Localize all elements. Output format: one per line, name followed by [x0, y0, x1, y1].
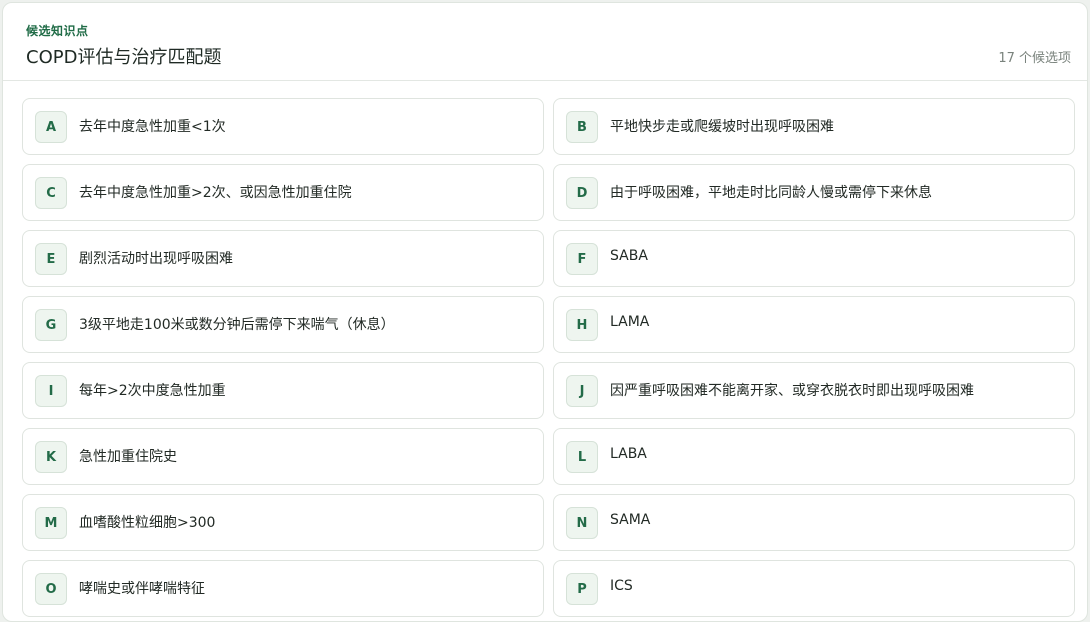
option-grid: A 去年中度急性加重<1次 B 平地快步走或爬缓坡时出现呼吸困难 C 去年中度急…: [22, 98, 1076, 617]
option-card-e[interactable]: E 剧烈活动时出现呼吸困难: [22, 230, 544, 287]
option-text: 血嗜酸性粒细胞>300: [79, 515, 216, 531]
option-text: 3级平地走100米或数分钟后需停下来喘气（休息）: [79, 317, 395, 333]
option-letter-badge: F: [566, 243, 598, 275]
option-card-h[interactable]: H LAMA: [553, 296, 1075, 353]
option-text: 哮喘史或伴哮喘特征: [79, 581, 205, 597]
option-text: 去年中度急性加重<1次: [79, 119, 226, 135]
option-text: 去年中度急性加重>2次、或因急性加重住院: [79, 185, 352, 201]
candidate-count: 17 个候选项: [998, 51, 1071, 66]
option-letter-badge: P: [566, 573, 598, 605]
option-text: 剧烈活动时出现呼吸困难: [79, 251, 233, 267]
option-card-p[interactable]: P ICS: [553, 560, 1075, 617]
option-letter-badge: H: [566, 309, 598, 341]
option-letter-badge: E: [35, 243, 67, 275]
option-card-o[interactable]: O 哮喘史或伴哮喘特征: [22, 560, 544, 617]
option-letter-badge: N: [566, 507, 598, 539]
option-letter-badge: D: [566, 177, 598, 209]
option-text: 平地快步走或爬缓坡时出现呼吸困难: [610, 119, 834, 135]
option-card-i[interactable]: I 每年>2次中度急性加重: [22, 362, 544, 419]
option-card-n[interactable]: N SAMA: [553, 494, 1075, 551]
option-letter-badge: L: [566, 441, 598, 473]
option-text: SAMA: [610, 512, 651, 528]
option-card-d[interactable]: D 由于呼吸困难，平地走时比同龄人慢或需停下来休息: [553, 164, 1075, 221]
option-text: LAMA: [610, 314, 650, 330]
option-letter-badge: G: [35, 309, 67, 341]
option-letter-badge: J: [566, 375, 598, 407]
option-letter-badge: M: [35, 507, 67, 539]
option-card-k[interactable]: K 急性加重住院史: [22, 428, 544, 485]
option-text: 由于呼吸困难，平地走时比同龄人慢或需停下来休息: [610, 185, 932, 201]
option-card-g[interactable]: G 3级平地走100米或数分钟后需停下来喘气（休息）: [22, 296, 544, 353]
option-text: ICS: [610, 578, 633, 594]
option-card-a[interactable]: A 去年中度急性加重<1次: [22, 98, 544, 155]
option-card-m[interactable]: M 血嗜酸性粒细胞>300: [22, 494, 544, 551]
panel-header: 候选知识点 COPD评估与治疗匹配题 17 个候选项: [3, 3, 1087, 81]
option-letter-badge: I: [35, 375, 67, 407]
option-card-l[interactable]: L LABA: [553, 428, 1075, 485]
section-eyebrow: 候选知识点: [26, 24, 89, 38]
option-card-c[interactable]: C 去年中度急性加重>2次、或因急性加重住院: [22, 164, 544, 221]
option-text: LABA: [610, 446, 647, 462]
option-text: 每年>2次中度急性加重: [79, 383, 226, 399]
option-letter-badge: C: [35, 177, 67, 209]
option-text: SABA: [610, 248, 648, 264]
option-text: 急性加重住院史: [79, 449, 177, 465]
page-title: COPD评估与治疗匹配题: [26, 47, 222, 68]
option-letter-badge: O: [35, 573, 67, 605]
option-card-f[interactable]: F SABA: [553, 230, 1075, 287]
candidate-panel: 候选知识点 COPD评估与治疗匹配题 17 个候选项 A 去年中度急性加重<1次…: [2, 2, 1088, 622]
option-text: 因严重呼吸困难不能离开家、或穿衣脱衣时即出现呼吸困难: [610, 383, 974, 399]
option-letter-badge: A: [35, 111, 67, 143]
option-letter-badge: K: [35, 441, 67, 473]
option-card-j[interactable]: J 因严重呼吸困难不能离开家、或穿衣脱衣时即出现呼吸困难: [553, 362, 1075, 419]
option-letter-badge: B: [566, 111, 598, 143]
option-card-b[interactable]: B 平地快步走或爬缓坡时出现呼吸困难: [553, 98, 1075, 155]
